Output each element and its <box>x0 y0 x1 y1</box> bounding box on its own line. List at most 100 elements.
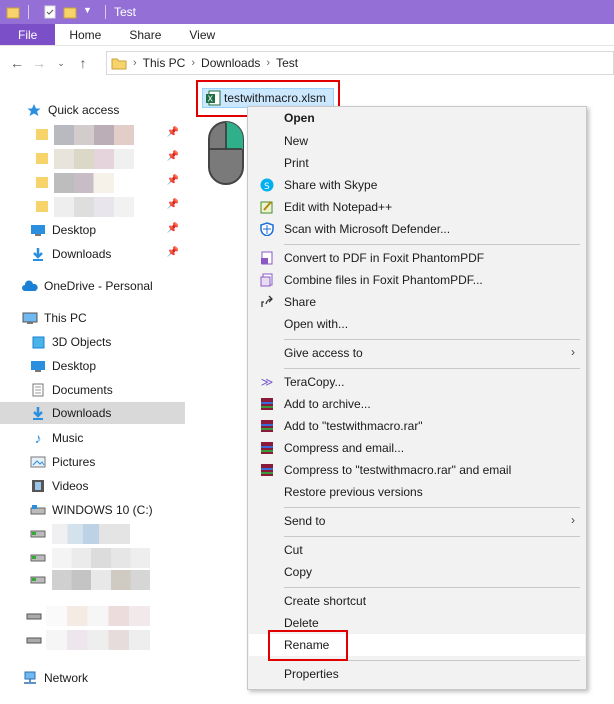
winrar-icon <box>259 396 275 412</box>
desktop-icon <box>30 358 46 374</box>
cube-icon <box>30 334 46 350</box>
tab-view[interactable]: View <box>175 24 229 45</box>
film-icon <box>30 478 46 494</box>
properties-icon[interactable] <box>43 5 57 19</box>
sidebar-item-network[interactable]: Network <box>0 667 185 689</box>
navigation-pane: Quick access 📌 📌 📌 📌 Desktop 📌 Downloads… <box>0 92 185 704</box>
menu-item-create-shortcut[interactable]: Create shortcut <box>249 590 585 612</box>
sidebar-item-usb-drive[interactable] <box>0 629 185 651</box>
back-arrow-icon[interactable]: ← <box>6 55 28 71</box>
svg-text:S: S <box>264 182 270 192</box>
folder-icon[interactable] <box>6 5 20 19</box>
title-bar: ▼ Test <box>0 0 614 24</box>
sidebar-item-downloads-pc[interactable]: Downloads <box>0 402 185 424</box>
menu-item-copy[interactable]: Copy <box>249 561 585 583</box>
sidebar-item-desktop[interactable]: Desktop 📌 <box>0 219 185 241</box>
star-icon <box>26 102 42 118</box>
pin-icon[interactable]: 📌 <box>167 223 179 234</box>
tab-home[interactable]: Home <box>55 24 115 45</box>
sidebar-item-this-pc[interactable]: This PC <box>0 307 185 329</box>
sidebar-item-pinned[interactable]: 📌 <box>0 171 185 193</box>
sidebar-item-desktop-pc[interactable]: Desktop <box>0 355 185 377</box>
pin-icon[interactable]: 📌 <box>167 175 179 186</box>
folder-icon <box>34 150 50 166</box>
foxit-combine-icon <box>259 272 275 288</box>
pin-icon[interactable]: 📌 <box>167 247 179 258</box>
sidebar-item-music[interactable]: ♪ Music <box>0 427 185 449</box>
sidebar-item-3d-objects[interactable]: 3D Objects <box>0 331 185 353</box>
sidebar-item-drive[interactable] <box>0 523 185 545</box>
menu-item-print[interactable]: Print <box>249 152 585 174</box>
network-drive-icon <box>30 550 46 566</box>
menu-item-foxit-combine[interactable]: Combine files in Foxit PhantomPDF... <box>249 269 585 291</box>
menu-item-defender[interactable]: Scan with Microsoft Defender... <box>249 218 585 240</box>
menu-item-foxit-convert[interactable]: Convert to PDF in Foxit PhantomPDF <box>249 247 585 269</box>
chevron-right-icon: › <box>133 57 137 69</box>
pin-icon[interactable]: 📌 <box>167 151 179 162</box>
highlight-box-rename <box>268 630 348 661</box>
notepad-plus-plus-icon <box>259 199 275 215</box>
sidebar-item-quick-access[interactable]: Quick access <box>0 99 185 121</box>
menu-item-share-skype[interactable]: S Share with Skype <box>249 174 585 196</box>
tab-file[interactable]: File <box>0 24 56 45</box>
sidebar-item-pictures[interactable]: Pictures <box>0 451 185 473</box>
pin-icon[interactable]: 📌 <box>167 199 179 210</box>
menu-item-give-access[interactable]: Give access to › <box>249 342 585 364</box>
breadcrumb-downloads[interactable]: Downloads <box>201 56 260 70</box>
sidebar-item-pinned[interactable]: 📌 <box>0 195 185 217</box>
address-bar[interactable]: › This PC › Downloads › Test <box>106 51 614 75</box>
breadcrumb-test[interactable]: Test <box>276 56 298 70</box>
menu-item-cut[interactable]: Cut <box>249 539 585 561</box>
sidebar-item-downloads[interactable]: Downloads 📌 <box>0 243 185 265</box>
shield-icon <box>259 221 275 237</box>
menu-item-open[interactable]: Open <box>249 107 585 129</box>
sidebar-item-drive[interactable] <box>0 569 185 591</box>
folder-icon <box>34 198 50 214</box>
navigation-bar: ← → ⌄ ↑ › This PC › Downloads › Test <box>0 48 614 78</box>
sidebar-item-drive[interactable] <box>0 547 185 569</box>
menu-item-notepad[interactable]: Edit with Notepad++ <box>249 196 585 218</box>
menu-item-add-rar[interactable]: Add to "testwithmacro.rar" <box>249 415 585 437</box>
music-note-icon: ♪ <box>34 430 42 446</box>
sidebar-item-videos[interactable]: Videos <box>0 475 185 497</box>
up-arrow-icon[interactable]: ↑ <box>72 55 94 71</box>
menu-item-properties[interactable]: Properties <box>249 663 585 685</box>
chevron-right-icon: › <box>191 57 196 69</box>
new-folder-icon[interactable] <box>63 5 77 19</box>
menu-item-compress-rar-email[interactable]: Compress to "testwithmacro.rar" and emai… <box>249 459 585 481</box>
menu-item-compress-email[interactable]: Compress and email... <box>249 437 585 459</box>
sidebar-item-onedrive[interactable]: OneDrive - Personal <box>0 275 185 297</box>
sidebar-item-usb-drive[interactable] <box>0 605 185 627</box>
menu-item-new[interactable]: New <box>249 130 585 152</box>
menu-item-teracopy[interactable]: ≫ TeraCopy... <box>249 371 585 393</box>
menu-item-add-archive[interactable]: Add to archive... <box>249 393 585 415</box>
chevron-down-icon[interactable]: ▼ <box>83 5 97 19</box>
cloud-icon <box>22 278 38 294</box>
chevron-right-icon: › <box>266 57 271 69</box>
usb-drive-icon <box>26 632 42 648</box>
pin-icon[interactable]: 📌 <box>167 127 179 138</box>
menu-item-open-with[interactable]: Open with... <box>249 313 585 335</box>
network-drive-icon <box>30 572 46 588</box>
sidebar-item-drive-c[interactable]: WINDOWS 10 (C:) <box>0 499 185 521</box>
menu-item-share[interactable]: Share <box>249 291 585 313</box>
tab-share[interactable]: Share <box>115 24 175 45</box>
skype-icon: S <box>259 177 275 193</box>
winrar-icon <box>259 418 275 434</box>
sidebar-item-pinned[interactable]: 📌 <box>0 123 185 145</box>
context-menu: Open New Print S Share with Skype Edit w… <box>247 106 587 690</box>
forward-arrow-icon[interactable]: → <box>28 55 50 71</box>
usb-drive-icon <box>26 608 42 624</box>
sidebar-item-pinned[interactable]: 📌 <box>0 147 185 169</box>
document-icon <box>30 382 46 398</box>
computer-icon <box>22 310 38 326</box>
sidebar-item-documents[interactable]: Documents <box>0 379 185 401</box>
network-drive-icon <box>30 526 46 542</box>
breadcrumb-this-pc[interactable]: This PC <box>143 56 186 70</box>
menu-item-send-to[interactable]: Send to › <box>249 510 585 532</box>
download-arrow-icon <box>30 246 46 262</box>
ribbon-tabs: File Home Share View <box>0 24 614 46</box>
menu-item-restore-versions[interactable]: Restore previous versions <box>249 481 585 503</box>
recent-dropdown-icon[interactable]: ⌄ <box>50 58 72 69</box>
teracopy-icon: ≫ <box>260 375 274 389</box>
